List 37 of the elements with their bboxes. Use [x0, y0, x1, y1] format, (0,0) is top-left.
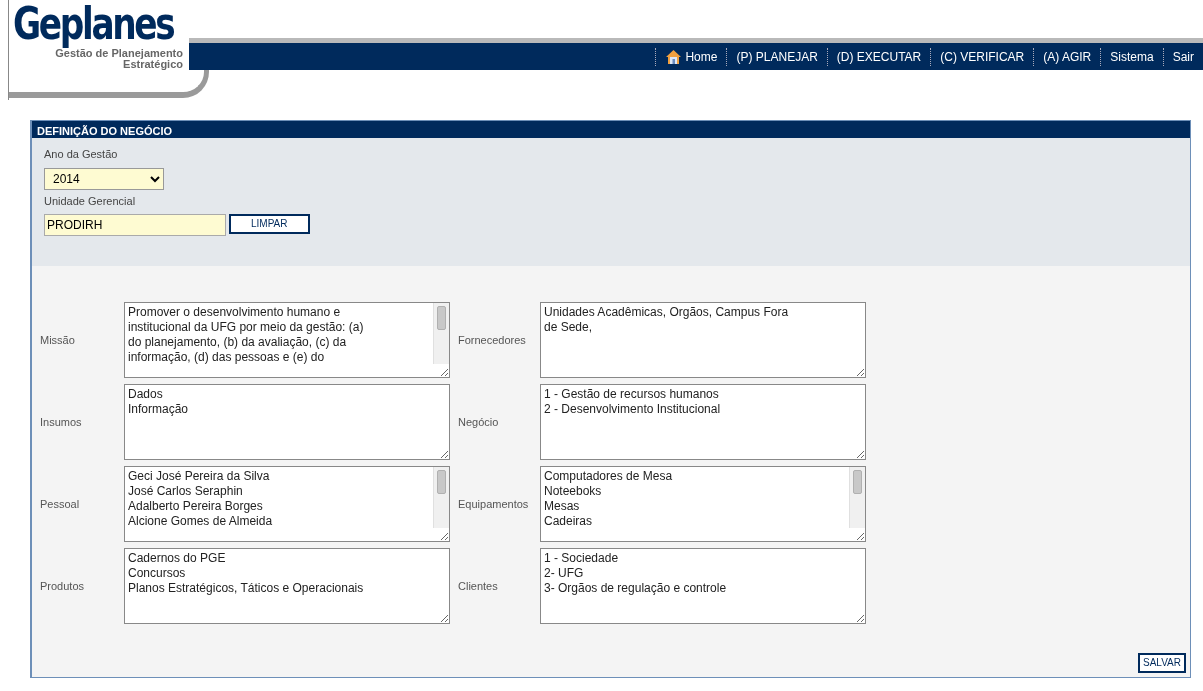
field-label: Fornecedores: [457, 332, 527, 348]
house-icon: [665, 48, 683, 65]
menu-item[interactable]: Sistema: [1100, 47, 1163, 66]
text-area[interactable]: Geci José Pereira da Silva José Carlos Seraphin Adalberto Pereira Borges Alcione Gomes de Almeida: [124, 466, 450, 542]
unit-field[interactable]: PRODIRH: [44, 214, 226, 236]
logo-subtitle: Estratégico: [123, 59, 183, 70]
field-label: Ano da Gestão: [44, 147, 119, 162]
scrollbar[interactable]: [433, 303, 449, 364]
field-label: Negócio: [457, 414, 500, 430]
year-select[interactable]: 2014: [44, 167, 164, 190]
logo-subtitle: Gestão de Planejamento: [55, 48, 183, 59]
menu-item[interactable]: Home: [655, 47, 727, 66]
scrollbar[interactable]: [849, 467, 865, 528]
menu-item[interactable]: (C) VERIFICAR: [930, 47, 1034, 66]
panel-title: DEFINIÇÃO DO NEGÓCIO: [32, 121, 1190, 138]
text-area[interactable]: Dados Informação: [124, 384, 450, 460]
menu-item[interactable]: Sair: [1162, 47, 1203, 66]
scrollbar[interactable]: [433, 467, 449, 528]
text-area[interactable]: 1 - Sociedade 2- UFG 3- Orgãos de regulação e controle: [540, 548, 866, 624]
logo-title: Geplanes: [13, 2, 174, 46]
text-area[interactable]: Cadernos do PGE Concursos Planos Estratégicos, Táticos e Operacionais: [124, 548, 450, 624]
field-label: Produtos: [40, 578, 86, 594]
field-label: Pessoal: [40, 496, 81, 512]
save-button[interactable]: SALVAR: [1138, 653, 1186, 673]
text-area[interactable]: 1 - Gestão de recursos humanos 2 - Desenvolvimento Institucional: [540, 384, 866, 460]
text-area[interactable]: Unidades Acadêmicas, Orgãos, Campus Fora de Sede,: [540, 302, 866, 378]
field-label: Insumos: [40, 414, 83, 430]
field-label: Missão: [40, 332, 76, 348]
text-area[interactable]: Promover o desenvolvimento humano e institucional da UFG por meio da gestão: (a) do planejamento, (b) da avaliação, (c) da informação, (d) das pessoas e (e) do: [124, 302, 450, 378]
field-label: Clientes: [457, 578, 499, 594]
field-label: Equipamentos: [457, 496, 530, 512]
clear-button[interactable]: LIMPAR: [229, 214, 310, 234]
menu-item[interactable]: (D) EXECUTAR: [826, 47, 931, 66]
text-area[interactable]: Computadores de Mesa Noteeboks Mesas Cadeiras: [540, 466, 866, 542]
field-label: Unidade Gerencial: [44, 193, 137, 209]
menu-item[interactable]: (P) PLANEJAR: [726, 47, 827, 66]
menu-item[interactable]: (A) AGIR: [1033, 47, 1101, 66]
